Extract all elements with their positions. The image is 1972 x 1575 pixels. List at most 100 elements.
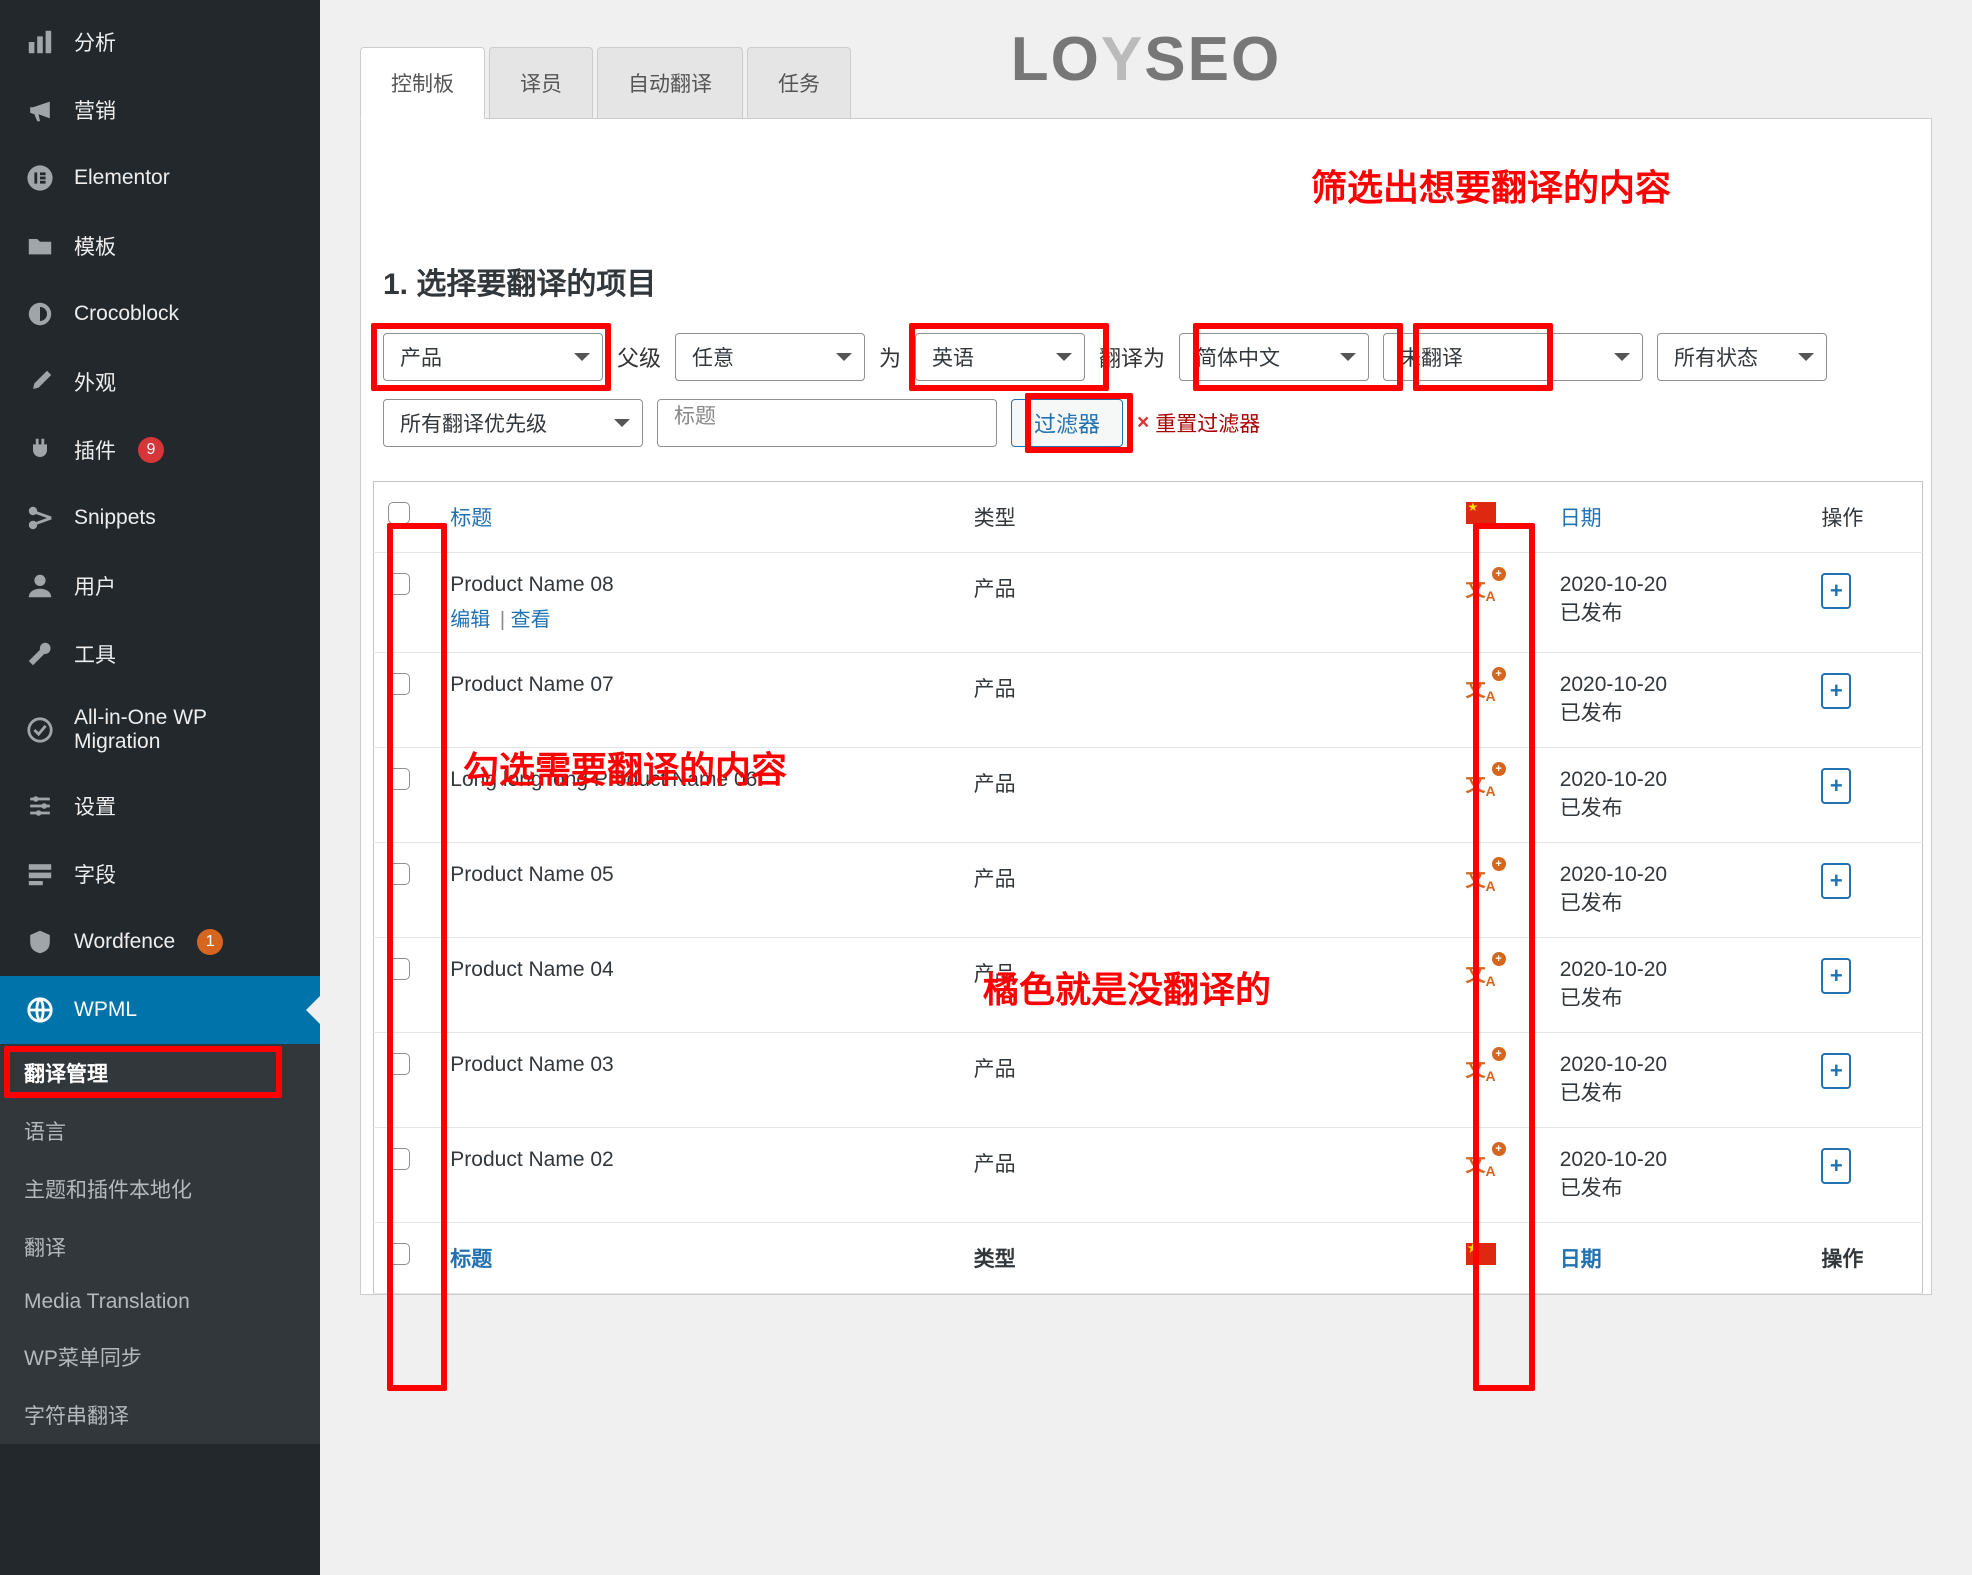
tab-自动翻译[interactable]: 自动翻译	[597, 47, 743, 119]
row-type: 产品	[960, 553, 1452, 653]
annotation-filter: 筛选出想要翻译的内容	[1311, 159, 1671, 211]
select-all-checkbox-bottom[interactable]	[388, 1243, 410, 1265]
wrench-icon	[24, 638, 56, 670]
row-checkbox[interactable]	[388, 958, 410, 980]
sidebar-item-label: 外观	[74, 367, 116, 397]
filter-title-input[interactable]: 标题	[657, 399, 997, 447]
col-date-foot[interactable]: 日期	[1560, 1248, 1602, 1271]
sidebar-item-分析[interactable]: 分析	[0, 8, 320, 76]
sidebar-item-工具[interactable]: 工具	[0, 620, 320, 688]
sidebar-item-字段[interactable]: 字段	[0, 840, 320, 908]
filter-button[interactable]: 过滤器	[1011, 399, 1123, 447]
add-action-icon[interactable]: +	[1821, 863, 1851, 899]
add-action-icon[interactable]: +	[1821, 1053, 1851, 1089]
sidebar-item-snippets[interactable]: Snippets	[0, 484, 320, 552]
submenu-item-翻译[interactable]: 翻译	[0, 1218, 320, 1276]
filter-content-type[interactable]: 产品	[383, 333, 603, 381]
row-status: 已发布	[1560, 597, 1794, 627]
row-date: 2020-10-20	[1560, 958, 1794, 982]
sidebar-item-wordfence[interactable]: Wordfence1	[0, 908, 320, 976]
sidebar-item-label: Crocoblock	[74, 302, 179, 326]
table-row: Product Name 02产品文A+2020-10-20已发布+	[374, 1128, 1923, 1223]
row-date: 2020-10-20	[1560, 1148, 1794, 1172]
translation-status-icon[interactable]: 文A+	[1466, 1053, 1496, 1084]
filter-parent[interactable]: 任意	[675, 333, 865, 381]
sidebar-item-all-in-one-wp-migration[interactable]: All-in-One WP Migration	[0, 688, 320, 772]
sidebar-item-外观[interactable]: 外观	[0, 348, 320, 416]
update-badge: 9	[138, 437, 164, 463]
row-checkbox[interactable]	[388, 863, 410, 885]
row-type: 产品	[960, 748, 1452, 843]
submenu-item-主题和插件本地化[interactable]: 主题和插件本地化	[0, 1160, 320, 1218]
translation-status-icon[interactable]: 文A+	[1466, 1148, 1496, 1179]
translation-status-icon[interactable]: 文A+	[1466, 958, 1496, 989]
filter-priority[interactable]: 所有翻译优先级	[383, 399, 643, 447]
table-row: Long long long Product Name 06产品文A+2020-…	[374, 748, 1923, 843]
row-date: 2020-10-20	[1560, 673, 1794, 697]
col-title-foot[interactable]: 标题	[450, 1248, 492, 1271]
table-row: Product Name 03产品文A+2020-10-20已发布+	[374, 1033, 1923, 1128]
sidebar-item-elementor[interactable]: Elementor	[0, 144, 320, 212]
view-link[interactable]: 查看	[511, 609, 551, 631]
select-all-checkbox[interactable]	[388, 502, 410, 524]
add-action-icon[interactable]: +	[1821, 768, 1851, 804]
translation-status-icon[interactable]: 文A+	[1466, 673, 1496, 704]
close-icon: ×	[1137, 411, 1149, 435]
add-action-icon[interactable]: +	[1821, 673, 1851, 709]
tab-任务[interactable]: 任务	[747, 47, 851, 119]
sidebar-item-crocoblock[interactable]: Crocoblock	[0, 280, 320, 348]
sidebar-item-label: Wordfence	[74, 930, 175, 954]
filter-all-status[interactable]: 所有状态	[1657, 333, 1827, 381]
croco-icon	[24, 298, 56, 330]
fields-icon	[24, 858, 56, 890]
col-date[interactable]: 日期	[1560, 507, 1602, 530]
row-date: 2020-10-20	[1560, 573, 1794, 597]
row-title: Product Name 07	[450, 673, 945, 697]
label-parent: 父级	[617, 341, 661, 373]
folder-icon	[24, 230, 56, 262]
filter-trans-status[interactable]: 未翻译	[1383, 333, 1643, 381]
add-action-icon[interactable]: +	[1821, 1148, 1851, 1184]
translation-status-icon[interactable]: 文A+	[1466, 768, 1496, 799]
row-date: 2020-10-20	[1560, 863, 1794, 887]
tab-译员[interactable]: 译员	[489, 47, 593, 119]
col-title[interactable]: 标题	[450, 507, 492, 530]
submenu-item-WP菜单同步[interactable]: WP菜单同步	[0, 1328, 320, 1386]
reset-filter-link[interactable]: ×重置过滤器	[1137, 408, 1260, 438]
flag-icon	[1466, 502, 1496, 524]
sidebar-item-插件[interactable]: 插件 9	[0, 416, 320, 484]
sidebar-item-label: Snippets	[74, 506, 156, 530]
sidebar-item-设置[interactable]: 设置	[0, 772, 320, 840]
add-action-icon[interactable]: +	[1821, 958, 1851, 994]
sidebar-item-label: 插件	[74, 435, 116, 465]
submenu-item-字符串翻译[interactable]: 字符串翻译	[0, 1386, 320, 1444]
translation-status-icon[interactable]: 文A+	[1466, 863, 1496, 894]
sidebar-item-label: All-in-One WP Migration	[74, 706, 296, 754]
filter-to-lang[interactable]: 简体中文	[1179, 333, 1369, 381]
megaphone-icon	[24, 94, 56, 126]
sidebar-item-用户[interactable]: 用户	[0, 552, 320, 620]
flag-icon	[1466, 1243, 1496, 1265]
sidebar-item-营销[interactable]: 营销	[0, 76, 320, 144]
row-checkbox[interactable]	[388, 1053, 410, 1075]
filter-from-lang[interactable]: 英语	[915, 333, 1085, 381]
sidebar-item-wpml[interactable]: WPML	[0, 976, 320, 1044]
row-title: Product Name 05	[450, 863, 945, 887]
row-checkbox[interactable]	[388, 573, 410, 595]
submenu-item-Media Translation[interactable]: Media Translation	[0, 1276, 320, 1328]
add-action-icon[interactable]: +	[1821, 573, 1851, 609]
row-checkbox[interactable]	[388, 673, 410, 695]
submenu-item-翻译管理[interactable]: 翻译管理	[0, 1044, 320, 1102]
submenu-item-语言[interactable]: 语言	[0, 1102, 320, 1160]
row-checkbox[interactable]	[388, 1148, 410, 1170]
sidebar-item-模板[interactable]: 模板	[0, 212, 320, 280]
chart-bar-icon	[24, 26, 56, 58]
sidebar-item-label: Elementor	[74, 166, 170, 190]
sliders-icon	[24, 790, 56, 822]
items-table: 标题 类型 日期 操作 Product Name 08编辑 | 查看产品文A+2…	[373, 481, 1923, 1294]
row-checkbox[interactable]	[388, 768, 410, 790]
edit-link[interactable]: 编辑	[450, 609, 490, 631]
translation-status-icon[interactable]: 文A+	[1466, 573, 1496, 604]
row-title: Product Name 04	[450, 958, 945, 982]
tab-控制板[interactable]: 控制板	[360, 47, 485, 119]
